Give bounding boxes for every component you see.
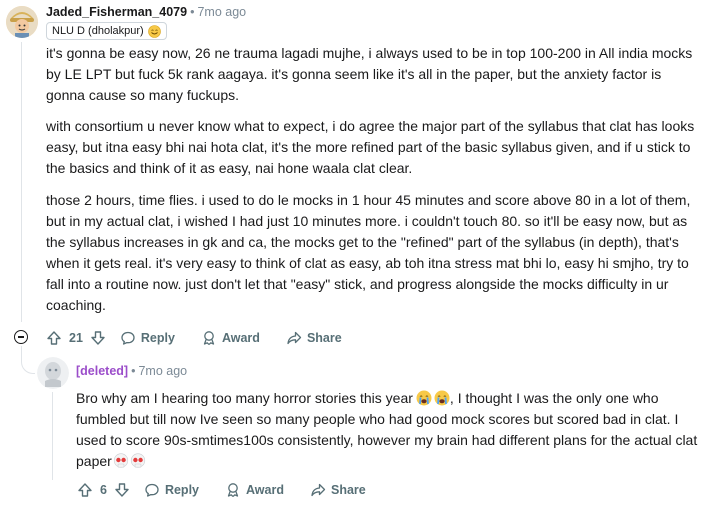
award-button[interactable]: Award	[225, 482, 284, 498]
separator-dot: •	[190, 5, 195, 19]
share-icon	[311, 483, 326, 497]
comment-body: it's gonna be easy now, 26 ne trauma lag…	[46, 43, 696, 316]
comment-body: Bro why am I hearing too many horror sto…	[76, 388, 700, 472]
share-label: Share	[330, 483, 366, 497]
reply-label: Reply	[164, 483, 199, 497]
comment-header: Jaded_Fisherman_4079 • 7mo ago	[46, 5, 246, 19]
timestamp[interactable]: 7mo ago	[197, 5, 246, 19]
flair-text: NLU D (dholakpur)	[52, 25, 144, 37]
award-icon	[203, 331, 215, 346]
crying-emoji-icon	[416, 390, 432, 406]
comment-paragraph: Bro why am I hearing too many horror sto…	[76, 388, 700, 472]
downvote-icon[interactable]	[90, 330, 106, 346]
comment-text: Bro why am I hearing too many horror sto…	[76, 390, 413, 406]
avatar	[37, 357, 69, 389]
award-icon	[227, 483, 239, 498]
comment-paragraph: those 2 hours, time flies. i used to do …	[46, 192, 691, 313]
share-button[interactable]: Share	[286, 330, 342, 346]
separator-dot: •	[131, 364, 136, 378]
vote-group: 6	[77, 482, 130, 498]
award-label: Award	[246, 483, 284, 497]
crying-emoji-icon	[434, 390, 450, 406]
share-icon	[287, 331, 302, 345]
upvote-icon[interactable]	[77, 482, 93, 498]
reply-icon	[145, 483, 159, 497]
comment-header: [deleted] • 7mo ago	[76, 364, 187, 378]
comment-paragraph: it's gonna be easy now, 26 ne trauma lag…	[46, 45, 693, 103]
collapse-icon[interactable]	[14, 330, 28, 344]
skull-emoji-icon	[113, 453, 128, 468]
downvote-icon[interactable]	[114, 482, 130, 498]
user-flair: NLU D (dholakpur)	[46, 22, 167, 40]
vote-count: 21	[69, 331, 83, 345]
timestamp[interactable]: 7mo ago	[138, 364, 187, 378]
smile-emoji-icon	[147, 24, 161, 38]
avatar[interactable]	[6, 6, 38, 38]
award-label: Award	[221, 331, 260, 345]
share-label: Share	[306, 331, 342, 345]
thread-line[interactable]	[52, 392, 53, 480]
award-button[interactable]: Award	[201, 330, 260, 346]
reply-button[interactable]: Reply	[144, 482, 199, 498]
reply-icon	[121, 331, 135, 345]
vote-count: 6	[100, 483, 107, 497]
share-button[interactable]: Share	[310, 482, 366, 498]
reply-label: Reply	[140, 331, 175, 345]
vote-group: 21	[46, 330, 106, 346]
thread-connector	[21, 346, 35, 374]
comment-actions: 6 Reply Award Share	[77, 481, 366, 499]
skull-emoji-icon	[130, 453, 145, 468]
author-name: [deleted]	[76, 364, 129, 378]
thread-line[interactable]	[21, 42, 22, 322]
author-name[interactable]: Jaded_Fisherman_4079	[46, 5, 187, 19]
reply-button[interactable]: Reply	[120, 330, 175, 346]
comment-paragraph: with consortium u never know what to exp…	[46, 118, 695, 176]
upvote-icon[interactable]	[46, 330, 62, 346]
comment-actions: 21 Reply Award Share	[46, 329, 342, 347]
